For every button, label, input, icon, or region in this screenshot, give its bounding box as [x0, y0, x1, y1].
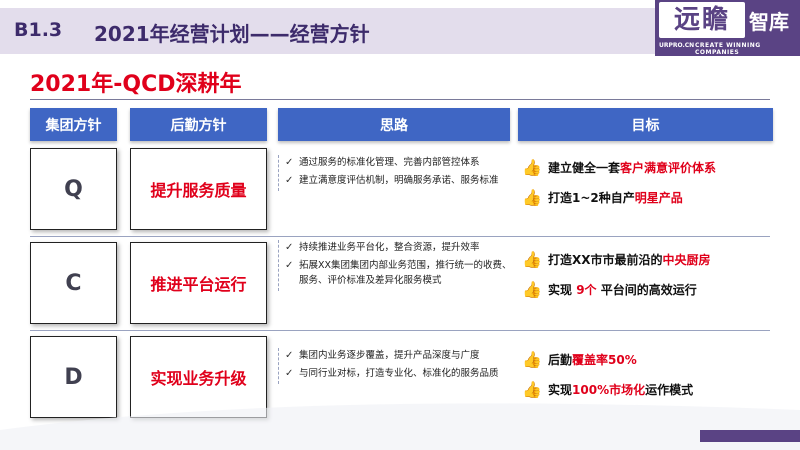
- idea-item: ✓ 与同行业对标，打造专业化、标准化的服务品质: [285, 366, 517, 381]
- check-mark-icon: ✓: [285, 175, 294, 186]
- row-d-goals: 👍 后勤覆盖率50% 👍 实现100%市场化运作模式: [518, 350, 773, 410]
- idea-text: 建立满意度评估机制，明确服务承诺、服务标准: [299, 175, 499, 186]
- logo-slogan: CREATE WINNING COMPANIES: [695, 42, 761, 56]
- goal-item: 👍 建立健全一套客户满意评价体系: [518, 158, 773, 188]
- goal-post: 运作模式: [645, 383, 694, 397]
- idea-text: 持续推进业务平台化，整合资源，提升效率: [299, 242, 480, 253]
- goal-post: 平台间的高效运行: [596, 283, 697, 297]
- idea-item: ✓ 持续推进业务平台化，整合资源，提升效率: [285, 240, 517, 255]
- goal-highlight: 100%市场化: [572, 383, 646, 397]
- page-title: 2021年经营计划——经营方针: [94, 22, 370, 46]
- check-mark-icon: ✓: [285, 157, 294, 168]
- header-ideas: 思路: [278, 108, 510, 141]
- header-logistics-policy: 后勤方针: [130, 108, 267, 141]
- row-divider: [30, 236, 770, 237]
- logo-url: URPRO.CN: [659, 42, 695, 49]
- goal-item: 👍 实现100%市场化运作模式: [518, 380, 773, 410]
- goal-highlight: 客户满意评价体系: [620, 161, 717, 175]
- idea-text: 集团内业务逐步覆盖，提升产品深度与广度: [299, 350, 480, 361]
- check-mark-icon: ✓: [285, 242, 294, 253]
- goal-pre: 建立健全一套: [548, 161, 621, 175]
- row-d-letter: D: [30, 336, 117, 418]
- row-c-goals: 👍 打造XX市市最前沿的中央厨房 👍 实现 9个 平台间的高效运行: [518, 250, 773, 310]
- thumbs-up-icon: 👍: [522, 158, 542, 177]
- row-c-ideas: ✓ 持续推进业务平台化，整合资源，提升效率 ✓ 拓展XX集团集团内部业务范围，推行统…: [278, 240, 517, 291]
- check-mark-icon: ✓: [285, 368, 294, 379]
- brand-logo: 远瞻 智库 URPRO.CN CREATE WINNING COMPANIES: [655, 0, 800, 56]
- thumbs-up-icon: 👍: [522, 250, 542, 269]
- goal-item: 👍 打造XX市市最前沿的中央厨房: [518, 250, 773, 280]
- thumbs-up-icon: 👍: [522, 380, 542, 399]
- logo-script-text: 远瞻: [659, 2, 745, 38]
- goal-pre: 实现: [548, 283, 577, 297]
- row-q-letter: Q: [30, 148, 117, 230]
- headline: 2021年-QCD深耕年: [30, 72, 242, 97]
- header-goals: 目标: [518, 108, 773, 141]
- idea-text: 通过服务的标准化管理、完善内部管控体系: [299, 157, 480, 168]
- header: B1.3 2021年经营计划——经营方针 远瞻 智库 URPRO.CN CREA…: [0, 0, 800, 62]
- row-c-policy: 推进平台运行: [130, 242, 267, 324]
- goal-highlight: 9个: [576, 283, 597, 297]
- row-d-ideas: ✓ 集团内业务逐步覆盖，提升产品深度与广度 ✓ 与同行业对标，打造专业化、标准化的服…: [278, 348, 517, 384]
- section-number: B1.3: [14, 19, 63, 41]
- row-q-ideas: ✓ 通过服务的标准化管理、完善内部管控体系 ✓ 建立满意度评估机制，明确服务承诺、服…: [278, 155, 517, 191]
- row-q-policy: 提升服务质量: [130, 148, 267, 230]
- idea-item: ✓ 建立满意度评估机制，明确服务承诺、服务标准: [285, 173, 517, 188]
- idea-text: 拓展XX集团集团内部业务范围，推行统一的收费、服务、评价标准及差异化服务模式: [299, 260, 512, 286]
- row-c-letter: C: [30, 242, 117, 324]
- check-mark-icon: ✓: [285, 350, 294, 361]
- goal-pre: 实现: [548, 383, 573, 397]
- header-group-policy: 集团方针: [30, 108, 117, 141]
- goal-pre: 后勤: [548, 353, 573, 367]
- corner-accent-bar: [700, 430, 800, 442]
- idea-item: ✓ 集团内业务逐步覆盖，提升产品深度与广度: [285, 348, 517, 363]
- headline-rule: [30, 99, 770, 100]
- idea-item: ✓ 拓展XX集团集团内部业务范围，推行统一的收费、服务、评价标准及差异化服务模式: [285, 258, 517, 288]
- goal-item: 👍 实现 9个 平台间的高效运行: [518, 280, 773, 310]
- goal-pre: 打造1~2种自产: [548, 191, 635, 205]
- goal-highlight: 覆盖率50%: [572, 353, 637, 367]
- row-d-policy: 实现业务升级: [130, 336, 267, 418]
- logo-cn-text: 智库: [749, 10, 789, 34]
- goal-highlight: 中央厨房: [662, 253, 711, 267]
- goal-item: 👍 后勤覆盖率50%: [518, 350, 773, 380]
- thumbs-up-icon: 👍: [522, 280, 542, 299]
- idea-text: 与同行业对标，打造专业化、标准化的服务品质: [299, 368, 499, 379]
- goal-item: 👍 打造1~2种自产明星产品: [518, 188, 773, 218]
- row-q-goals: 👍 建立健全一套客户满意评价体系 👍 打造1~2种自产明星产品: [518, 158, 773, 218]
- thumbs-up-icon: 👍: [522, 188, 542, 207]
- goal-pre: 打造XX市市最前沿的: [548, 253, 663, 267]
- goal-highlight: 明星产品: [634, 191, 683, 205]
- check-mark-icon: ✓: [285, 260, 294, 271]
- row-divider: [30, 330, 770, 331]
- thumbs-up-icon: 👍: [522, 350, 542, 369]
- idea-item: ✓ 通过服务的标准化管理、完善内部管控体系: [285, 155, 517, 170]
